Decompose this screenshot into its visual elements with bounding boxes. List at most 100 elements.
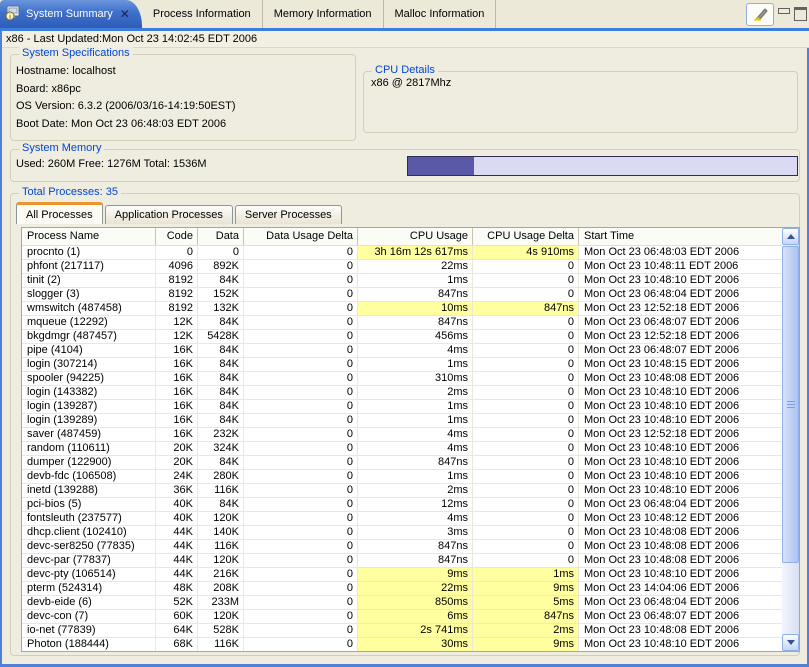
table-row[interactable]: devc-con (7) 60K 120K 0 6ms 847ns Mon Oc… xyxy=(22,610,784,624)
table-row[interactable]: random (110611) 20K 324K 0 4ms 0 Mon Oct… xyxy=(22,442,784,456)
table-row[interactable]: Photon (188444) 68K 116K 0 30ms 9ms Mon … xyxy=(22,638,784,652)
cell-data-usage-delta: 0 xyxy=(244,288,358,302)
column-header-cpu-usage[interactable]: CPU Usage xyxy=(358,228,473,245)
table-row[interactable]: devc-ser8250 (77835) 44K 116K 0 847ns 0 … xyxy=(22,540,784,554)
table-row[interactable]: procnto (1) 0 0 0 3h 16m 12s 617ms 4s 91… xyxy=(22,246,784,260)
cell-cpu-usage-delta: 0 xyxy=(473,316,579,330)
cell-start-time: Mon Oct 23 10:48:08 EDT 2006 xyxy=(579,624,784,638)
cell-data-usage-delta: 0 xyxy=(244,596,358,610)
cell-process-name: procnto (1) xyxy=(22,246,156,260)
column-header-code[interactable]: Code xyxy=(156,228,198,245)
cell-start-time: Mon Oct 23 10:48:10 EDT 2006 xyxy=(579,568,784,582)
cell-cpu-usage-delta: 2ms xyxy=(473,624,579,638)
maximize-button[interactable] xyxy=(794,3,807,25)
column-header-cpu-usage-delta[interactable]: CPU Usage Delta xyxy=(473,228,579,245)
cell-code: 44K xyxy=(156,568,198,582)
table-row[interactable]: login (139289) 16K 84K 0 1ms 0 Mon Oct 2… xyxy=(22,414,784,428)
tab-process-information[interactable]: Process Information xyxy=(142,0,263,28)
cell-process-name: login (143382) xyxy=(22,386,156,400)
cell-data: 84K xyxy=(198,358,244,372)
highlight-pen-button[interactable] xyxy=(746,3,774,26)
table-row[interactable]: devc-par (77837) 44K 120K 0 847ns 0 Mon … xyxy=(22,554,784,568)
table-row[interactable]: devc-pty (106514) 44K 216K 0 9ms 1ms Mon… xyxy=(22,568,784,582)
table-row[interactable]: pci-bios (5) 40K 84K 0 12ms 0 Mon Oct 23… xyxy=(22,498,784,512)
close-icon[interactable]: ✕ xyxy=(118,7,132,21)
cell-cpu-usage-delta: 0 xyxy=(473,498,579,512)
table-row[interactable]: io-net (77839) 64K 528K 0 2s 741ms 2ms M… xyxy=(22,624,784,638)
cell-code: 24K xyxy=(156,470,198,484)
process-tab-bar: All Processes Application Processes Serv… xyxy=(16,202,344,224)
cell-cpu-usage: 847ns xyxy=(358,288,473,302)
cell-start-time: Mon Oct 23 10:48:10 EDT 2006 xyxy=(579,414,784,428)
table-row[interactable]: login (143382) 16K 84K 0 2ms 0 Mon Oct 2… xyxy=(22,386,784,400)
cell-cpu-usage: 1ms xyxy=(358,400,473,414)
cell-process-name: login (139287) xyxy=(22,400,156,414)
table-row[interactable]: login (307214) 16K 84K 0 1ms 0 Mon Oct 2… xyxy=(22,358,784,372)
cell-cpu-usage-delta: 0 xyxy=(473,554,579,568)
column-header-data-usage-delta[interactable]: Data Usage Delta xyxy=(244,228,358,245)
column-header-process-name[interactable]: Process Name xyxy=(22,228,156,245)
cell-data: 84K xyxy=(198,456,244,470)
tab-memory-information[interactable]: Memory Information xyxy=(263,0,384,28)
tab-system-summary[interactable]: i System Summary ✕ xyxy=(0,0,142,28)
tab-application-processes[interactable]: Application Processes xyxy=(105,205,233,224)
table-row[interactable]: login (139287) 16K 84K 0 1ms 0 Mon Oct 2… xyxy=(22,400,784,414)
cell-cpu-usage-delta: 9ms xyxy=(473,582,579,596)
cell-data: 892K xyxy=(198,260,244,274)
column-header-data[interactable]: Data xyxy=(198,228,244,245)
table-row[interactable]: tinit (2) 8192 84K 0 1ms 0 Mon Oct 23 10… xyxy=(22,274,784,288)
minimize-button[interactable] xyxy=(778,3,790,25)
cell-cpu-usage-delta: 0 xyxy=(473,526,579,540)
table-row[interactable]: bkgdmgr (487457) 12K 5428K 0 456ms 0 Mon… xyxy=(22,330,784,344)
cell-start-time: Mon Oct 23 10:48:08 EDT 2006 xyxy=(579,554,784,568)
table-row[interactable]: devb-eide (6) 52K 233M 0 850ms 5ms Mon O… xyxy=(22,596,784,610)
tab-server-processes[interactable]: Server Processes xyxy=(235,205,342,224)
cell-data: 116K xyxy=(198,540,244,554)
column-header-start-time[interactable]: Start Time xyxy=(579,228,784,245)
cell-code: 60K xyxy=(156,610,198,624)
cell-start-time: Mon Oct 23 06:48:03 EDT 2006 xyxy=(579,246,784,260)
cell-cpu-usage-delta: 5ms xyxy=(473,596,579,610)
cell-start-time: Mon Oct 23 10:48:10 EDT 2006 xyxy=(579,442,784,456)
cell-process-name: devc-par (77837) xyxy=(22,554,156,568)
cell-code: 0 xyxy=(156,246,198,260)
cell-code: 12K xyxy=(156,330,198,344)
table-row[interactable]: slogger (3) 8192 152K 0 847ns 0 Mon Oct … xyxy=(22,288,784,302)
table-row[interactable]: dumper (122900) 20K 84K 0 847ns 0 Mon Oc… xyxy=(22,456,784,470)
table-row[interactable]: pterm (524314) 48K 208K 0 22ms 9ms Mon O… xyxy=(22,582,784,596)
table-row[interactable]: fontsleuth (237577) 40K 120K 0 4ms 0 Mon… xyxy=(22,512,784,526)
cell-data-usage-delta: 0 xyxy=(244,624,358,638)
cell-start-time: Mon Oct 23 06:48:07 EDT 2006 xyxy=(579,610,784,624)
system-specifications-group: System Specifications Hostname: localhos… xyxy=(10,54,356,141)
table-row[interactable]: pipe (4104) 16K 84K 0 4ms 0 Mon Oct 23 0… xyxy=(22,344,784,358)
cell-data: 140K xyxy=(198,526,244,540)
cell-data-usage-delta: 0 xyxy=(244,456,358,470)
scroll-up-button[interactable] xyxy=(782,228,799,245)
cell-process-name: fontsleuth (237577) xyxy=(22,512,156,526)
table-row[interactable]: spooler (94225) 16K 84K 0 310ms 0 Mon Oc… xyxy=(22,372,784,386)
cell-start-time: Mon Oct 23 06:48:04 EDT 2006 xyxy=(579,498,784,512)
cell-data: 152K xyxy=(198,288,244,302)
tab-all-processes[interactable]: All Processes xyxy=(16,202,103,224)
cell-cpu-usage: 30ms xyxy=(358,638,473,652)
table-row[interactable]: mqueue (12292) 12K 84K 0 847ns 0 Mon Oct… xyxy=(22,316,784,330)
table-row[interactable]: wmswitch (487458) 8192 132K 0 10ms 847ns… xyxy=(22,302,784,316)
cell-cpu-usage-delta: 0 xyxy=(473,414,579,428)
scroll-down-button[interactable] xyxy=(782,634,799,651)
table-row[interactable]: devb-fdc (106508) 24K 280K 0 1ms 0 Mon O… xyxy=(22,470,784,484)
cell-cpu-usage-delta: 847ns xyxy=(473,302,579,316)
tab-label: Malloc Information xyxy=(395,8,485,20)
tab-malloc-information[interactable]: Malloc Information xyxy=(384,0,497,28)
cell-start-time: Mon Oct 23 10:48:08 EDT 2006 xyxy=(579,526,784,540)
table-row[interactable]: phfont (217117) 4096 892K 0 22ms 0 Mon O… xyxy=(22,260,784,274)
table-row[interactable]: inetd (139288) 36K 116K 0 2ms 0 Mon Oct … xyxy=(22,484,784,498)
table-row[interactable]: saver (487459) 16K 232K 0 4ms 0 Mon Oct … xyxy=(22,428,784,442)
cell-cpu-usage: 12ms xyxy=(358,498,473,512)
cell-start-time: Mon Oct 23 10:48:12 EDT 2006 xyxy=(579,512,784,526)
vertical-scrollbar[interactable] xyxy=(782,228,799,651)
cell-cpu-usage: 3ms xyxy=(358,526,473,540)
table-row[interactable]: dhcp.client (102410) 44K 140K 0 3ms 0 Mo… xyxy=(22,526,784,540)
scrollbar-thumb[interactable] xyxy=(782,246,799,563)
cell-data: 120K xyxy=(198,554,244,568)
cell-process-name: devc-pty (106514) xyxy=(22,568,156,582)
